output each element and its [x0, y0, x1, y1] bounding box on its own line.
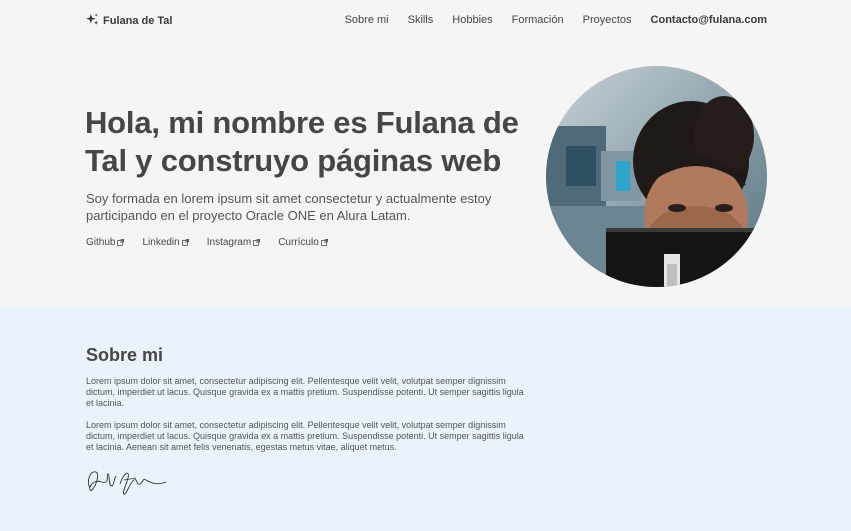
- about-paragraph-1: Lorem ipsum dolor sit amet, consectetur …: [86, 376, 524, 408]
- nav-item-hobbies[interactable]: Hobbies: [452, 14, 492, 26]
- curriculo-link[interactable]: Currículo: [278, 237, 328, 248]
- linkedin-link-label: Linkedin: [142, 237, 180, 248]
- nav-item-sobre-mi[interactable]: Sobre mi: [345, 14, 389, 26]
- github-link[interactable]: Github: [86, 237, 125, 248]
- about-title: Sobre mi: [86, 345, 164, 365]
- contact-email-link[interactable]: Contacto@fulana.com: [651, 14, 767, 26]
- main-nav: Sobre mi Skills Hobbies Formación Proyec…: [345, 14, 767, 26]
- instagram-link[interactable]: Instagram: [206, 237, 261, 248]
- curriculo-link-label: Currículo: [278, 237, 319, 248]
- hero-subtitle: Soy formada en lorem ipsum sit amet cons…: [86, 191, 492, 223]
- external-link-icon: [320, 239, 328, 246]
- github-link-label: Github: [86, 237, 116, 248]
- external-link-icon: [117, 239, 125, 246]
- brand-name: Fulana de Tal: [103, 15, 173, 27]
- hero-title: Hola, mi nombre es Fulana de Tal y const…: [85, 105, 519, 178]
- brand[interactable]: Fulana de Tal: [86, 13, 172, 29]
- linkedin-link[interactable]: Linkedin: [142, 237, 189, 248]
- hero-section: Hola, mi nombre es Fulana de Tal y const…: [0, 40, 851, 306]
- site-header: Fulana de Tal Sobre mi Skills Hobbies Fo…: [0, 0, 851, 40]
- about-paragraph-2: Lorem ipsum dolor sit amet, consectetur …: [86, 420, 524, 452]
- external-link-icon: [253, 239, 261, 246]
- profile-photo: [546, 66, 767, 287]
- nav-item-formacion[interactable]: Formación: [512, 14, 564, 26]
- social-links: Github Linkedin Instagram Currículo: [86, 237, 328, 248]
- instagram-link-label: Instagram: [206, 237, 252, 248]
- external-link-icon: [181, 239, 189, 246]
- sparkle-icon: [86, 13, 99, 29]
- signature-icon: [87, 471, 167, 495]
- nav-item-skills[interactable]: Skills: [408, 14, 434, 26]
- nav-item-proyectos[interactable]: Proyectos: [583, 14, 632, 26]
- about-section: Sobre mi Lorem ipsum dolor sit amet, con…: [0, 306, 851, 531]
